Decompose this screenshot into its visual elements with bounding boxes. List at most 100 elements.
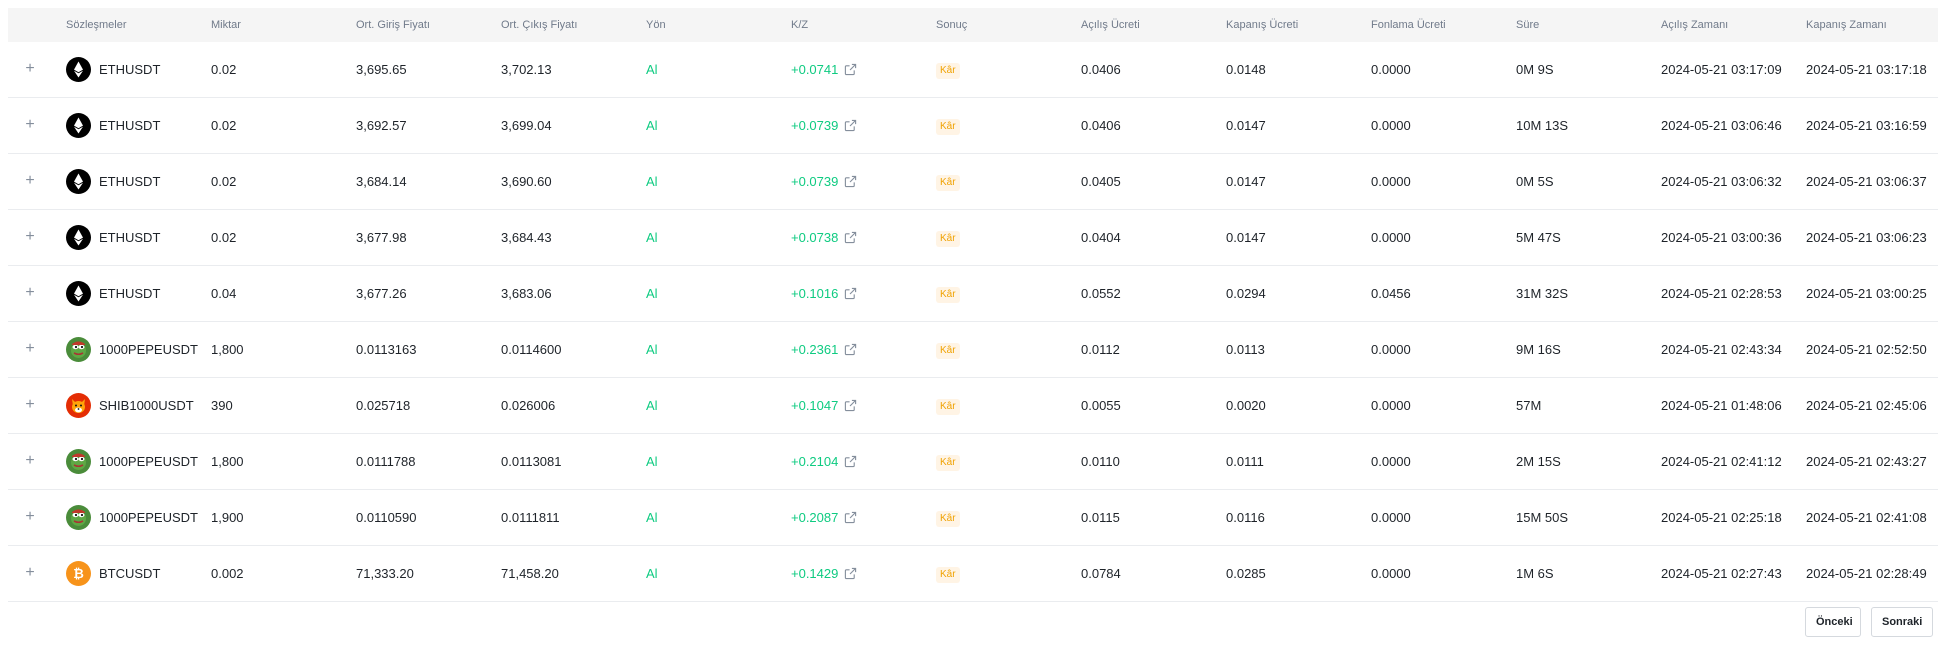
external-link-icon[interactable] xyxy=(844,231,857,244)
table-row: + ETHUSDT 0.02 3,695.65 3,702.13 Al +0.0741 Kâr… xyxy=(8,42,1938,98)
header-funding-fee[interactable]: Fonlama Ücreti xyxy=(1371,8,1446,42)
cell-avg-exit: 71,458.20 xyxy=(501,566,559,581)
header-close-fee[interactable]: Kapanış Ücreti xyxy=(1226,8,1298,42)
expand-row-icon[interactable]: + xyxy=(22,173,38,189)
header-contracts[interactable]: Sözleşmeler xyxy=(66,8,127,42)
cell-avg-entry: 0.0111788 xyxy=(356,454,416,469)
cell-symbol[interactable]: 1000PEPEUSDT xyxy=(99,322,198,377)
cell-open-fee: 0.0552 xyxy=(1081,286,1121,301)
cell-open-time: 2024-05-21 02:27:43 xyxy=(1661,566,1782,581)
expand-row-icon[interactable]: + xyxy=(22,509,38,525)
expand-row-icon[interactable]: + xyxy=(22,285,38,301)
cell-close-time: 2024-05-21 02:43:27 xyxy=(1806,454,1927,469)
cell-symbol[interactable]: 1000PEPEUSDT xyxy=(99,490,198,545)
cell-symbol[interactable]: 1000PEPEUSDT xyxy=(99,434,198,489)
cell-close-fee: 0.0285 xyxy=(1226,566,1266,581)
expand-row-icon[interactable]: + xyxy=(22,61,38,77)
external-link-icon[interactable] xyxy=(844,63,857,76)
cell-amount: 0.02 xyxy=(211,230,237,245)
external-link-icon[interactable] xyxy=(844,511,857,524)
cell-close-time: 2024-05-21 02:45:06 xyxy=(1806,398,1927,413)
shib-icon xyxy=(66,393,91,418)
cell-open-time: 2024-05-21 03:06:46 xyxy=(1661,118,1782,133)
previous-page-button[interactable]: Önceki xyxy=(1805,607,1861,637)
external-link-icon[interactable] xyxy=(844,567,857,580)
cell-duration: 57M xyxy=(1516,398,1542,413)
cell-close-time: 2024-05-21 02:41:08 xyxy=(1806,510,1927,525)
header-avg-entry[interactable]: Ort. Giriş Fiyatı xyxy=(356,8,430,42)
cell-open-fee: 0.0784 xyxy=(1081,566,1121,581)
header-direction[interactable]: Yön xyxy=(646,8,666,42)
cell-funding-fee: 0.0000 xyxy=(1371,342,1411,357)
cell-open-fee: 0.0112 xyxy=(1081,342,1120,357)
external-link-icon[interactable] xyxy=(844,343,857,356)
external-link-icon[interactable] xyxy=(844,119,857,132)
expand-row-icon[interactable]: + xyxy=(22,565,38,581)
cell-avg-entry: 0.025718 xyxy=(356,398,411,413)
cell-open-fee: 0.0115 xyxy=(1081,510,1120,525)
cell-symbol[interactable]: ETHUSDT xyxy=(99,42,160,97)
external-link-icon[interactable] xyxy=(844,287,857,300)
header-result[interactable]: Sonuç xyxy=(936,8,967,42)
expand-row-icon[interactable]: + xyxy=(22,453,38,469)
cell-result: Kâr xyxy=(936,154,960,209)
cell-avg-entry: 3,677.98 xyxy=(356,230,407,245)
eth-icon xyxy=(66,113,91,138)
expand-row-icon[interactable]: + xyxy=(22,397,38,413)
pepe-icon xyxy=(66,337,91,362)
pepe-icon xyxy=(66,449,91,474)
cell-duration: 15M 50S xyxy=(1516,510,1569,525)
cell-funding-fee: 0.0000 xyxy=(1371,510,1411,525)
result-badge: Kâr xyxy=(936,454,960,471)
cell-direction: Al xyxy=(646,510,658,525)
cell-close-time: 2024-05-21 03:17:18 xyxy=(1806,62,1927,77)
cell-avg-entry: 3,684.14 xyxy=(356,174,407,189)
pepe-icon xyxy=(66,505,91,530)
expand-row-icon[interactable]: + xyxy=(22,341,38,357)
result-badge: Kâr xyxy=(936,230,960,247)
header-amount[interactable]: Miktar xyxy=(211,8,241,42)
expand-row-icon[interactable]: + xyxy=(22,117,38,133)
cell-direction: Al xyxy=(646,230,658,245)
cell-direction: Al xyxy=(646,62,658,77)
cell-pnl: +0.0739 xyxy=(791,98,857,153)
header-pnl[interactable]: K/Z xyxy=(791,8,808,42)
header-avg-exit[interactable]: Ort. Çıkış Fiyatı xyxy=(501,8,577,42)
cell-symbol[interactable]: SHIB1000USDT xyxy=(99,378,194,433)
cell-avg-entry: 71,333.20 xyxy=(356,566,414,581)
header-open-time[interactable]: Açılış Zamanı xyxy=(1661,8,1728,42)
cell-open-time: 2024-05-21 02:28:53 xyxy=(1661,286,1782,301)
cell-avg-exit: 0.0113081 xyxy=(501,454,562,469)
cell-symbol[interactable]: ETHUSDT xyxy=(99,154,160,209)
table-row: + ₿ BTCUSDT 0.002 71,333.20 71,458.20 Al +0.142… xyxy=(8,546,1938,602)
trade-history-table: Sözleşmeler Miktar Ort. Giriş Fiyatı Ort… xyxy=(8,8,1938,602)
header-open-fee[interactable]: Açılış Ücreti xyxy=(1081,8,1140,42)
external-link-icon[interactable] xyxy=(844,455,857,468)
header-close-time[interactable]: Kapanış Zamanı xyxy=(1806,8,1887,42)
table-row: + ETHUSDT 0.02 3,692.57 3,699.04 Al +0.0739 Kâr… xyxy=(8,98,1938,154)
result-badge: Kâr xyxy=(936,398,960,415)
cell-avg-exit: 3,690.60 xyxy=(501,174,552,189)
cell-pnl: +0.0741 xyxy=(791,42,857,97)
result-badge: Kâr xyxy=(936,286,960,303)
cell-symbol[interactable]: ETHUSDT xyxy=(99,266,160,321)
external-link-icon[interactable] xyxy=(844,175,857,188)
cell-open-time: 2024-05-21 02:43:34 xyxy=(1661,342,1782,357)
external-link-icon[interactable] xyxy=(844,399,857,412)
cell-symbol[interactable]: ETHUSDT xyxy=(99,98,160,153)
cell-open-time: 2024-05-21 03:06:32 xyxy=(1661,174,1782,189)
table-row: +1000PEPEUSDT 1,800 0.0113163 0.0114600 Al +0… xyxy=(8,322,1938,378)
next-page-button[interactable]: Sonraki xyxy=(1871,607,1933,637)
cell-open-fee: 0.0406 xyxy=(1081,118,1121,133)
table-row: + ETHUSDT 0.02 3,677.98 3,684.43 Al +0.0738 Kâr… xyxy=(8,210,1938,266)
cell-avg-entry: 3,692.57 xyxy=(356,118,407,133)
cell-symbol[interactable]: BTCUSDT xyxy=(99,546,160,601)
expand-row-icon[interactable]: + xyxy=(22,229,38,245)
header-duration[interactable]: Süre xyxy=(1516,8,1539,42)
cell-symbol[interactable]: ETHUSDT xyxy=(99,210,160,265)
cell-duration: 1M 6S xyxy=(1516,566,1554,581)
pnl-value: +0.2087 xyxy=(791,510,839,525)
cell-result: Kâr xyxy=(936,210,960,265)
eth-icon xyxy=(66,169,91,194)
table-body: + ETHUSDT 0.02 3,695.65 3,702.13 Al +0.0741 Kâr… xyxy=(8,42,1938,602)
